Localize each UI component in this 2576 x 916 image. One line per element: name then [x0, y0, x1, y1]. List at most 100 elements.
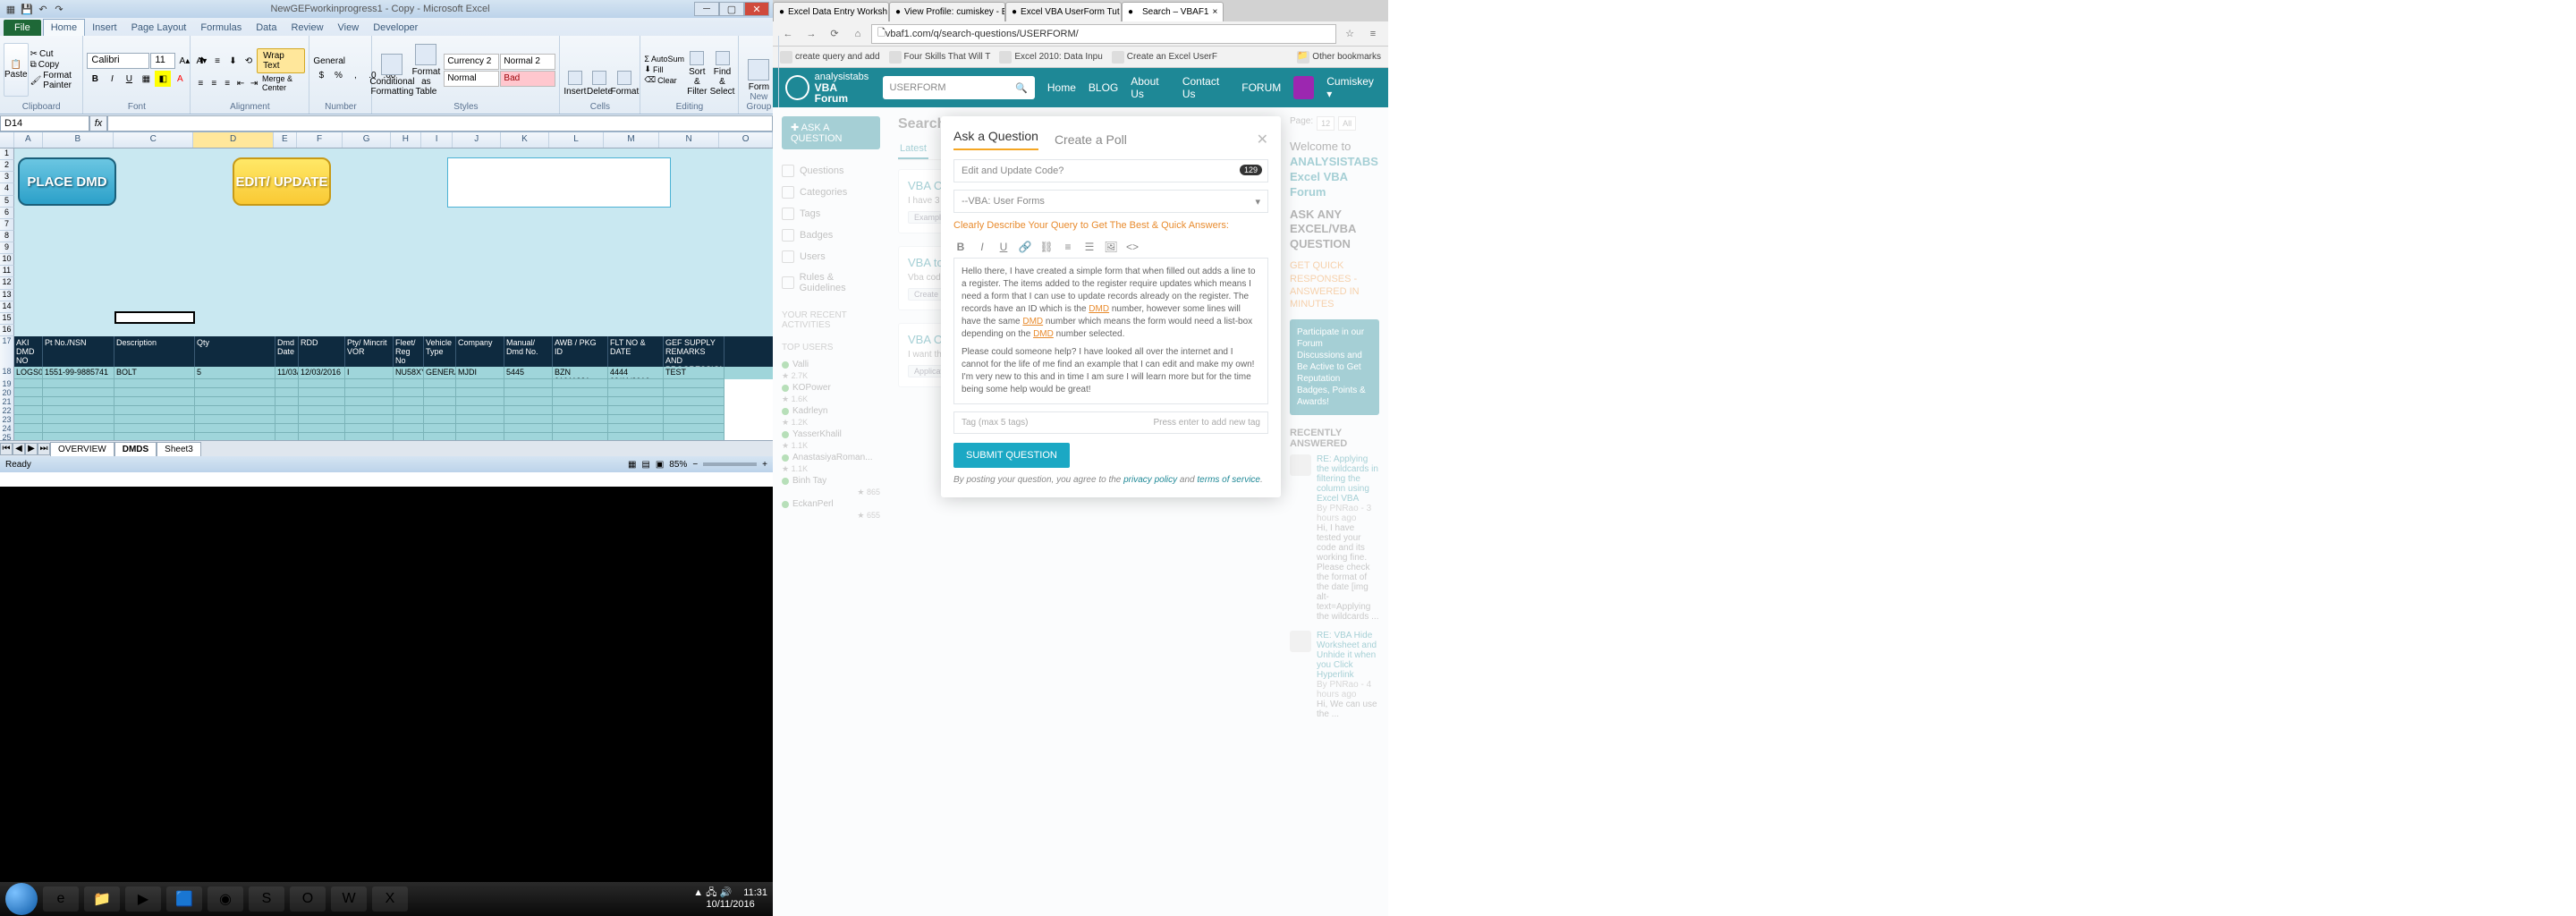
col-header-J[interactable]: J — [453, 132, 501, 148]
table-cell[interactable] — [424, 388, 456, 397]
tab-insert[interactable]: Insert — [85, 20, 124, 36]
orientation-icon[interactable]: ⟲ — [242, 53, 256, 69]
row-header-16[interactable]: 16 — [0, 325, 14, 336]
maximize-icon[interactable]: ▢ — [719, 2, 744, 16]
qat-save-icon[interactable]: 💾 — [20, 2, 34, 16]
table-cell[interactable]: GENERATOR — [424, 367, 456, 379]
table-cell[interactable] — [456, 397, 504, 406]
table-cell[interactable] — [275, 388, 299, 397]
bookmark-item[interactable]: Four Skills That Will T — [889, 51, 991, 64]
table-cell[interactable] — [195, 415, 275, 424]
table-cell[interactable] — [424, 397, 456, 406]
system-tray[interactable]: ▲ 🖧 🔊 11:3110/11/2016 — [693, 887, 767, 911]
table-cell[interactable] — [553, 415, 608, 424]
align-center-icon[interactable]: ≡ — [208, 75, 220, 91]
row-header-10[interactable]: 10 — [0, 254, 14, 266]
tab-review[interactable]: Review — [284, 20, 330, 36]
menu-icon[interactable]: ≡ — [1363, 24, 1383, 44]
table-cell[interactable] — [345, 397, 394, 406]
table-cell[interactable] — [504, 424, 553, 433]
submit-question-button[interactable]: SUBMIT QUESTION — [953, 443, 1070, 468]
col-header-A[interactable]: A — [14, 132, 43, 148]
col-header-N[interactable]: N — [659, 132, 720, 148]
forum-search-input[interactable]: USERFORM🔍 — [883, 76, 1035, 99]
table-cell[interactable] — [456, 379, 504, 388]
view-normal-icon[interactable]: ▦ — [628, 460, 636, 470]
table-cell[interactable] — [14, 379, 43, 388]
name-box[interactable]: D14 — [0, 115, 89, 131]
question-body-editor[interactable]: Hello there, I have created a simple for… — [953, 258, 1268, 404]
table-cell[interactable] — [345, 379, 394, 388]
tab-view[interactable]: View — [331, 20, 367, 36]
col-header-C[interactable]: C — [114, 132, 193, 148]
row-header-7[interactable]: 7 — [0, 219, 14, 231]
close-icon[interactable]: ✕ — [744, 2, 769, 16]
table-cell[interactable] — [664, 424, 724, 433]
table-cell[interactable] — [14, 406, 43, 415]
nav-link[interactable]: Home — [1047, 81, 1076, 94]
sheet-nav-first-icon[interactable]: ⏮ — [0, 443, 13, 455]
nav-link[interactable]: FORUM — [1241, 81, 1281, 94]
table-cell[interactable]: 4444 09/11/2016 — [608, 367, 664, 379]
align-left-icon[interactable]: ≡ — [194, 75, 207, 91]
forward-icon[interactable]: → — [801, 24, 821, 44]
italic-icon[interactable]: I — [975, 240, 989, 254]
reload-icon[interactable]: ⟳ — [825, 24, 844, 44]
table-cell[interactable] — [664, 433, 724, 440]
table-cell[interactable]: BOLT — [114, 367, 195, 379]
conditional-formatting-button[interactable]: Conditional Formatting — [376, 43, 408, 97]
row-header-14[interactable]: 14 — [0, 301, 14, 313]
table-cell[interactable] — [608, 433, 664, 440]
table-cell[interactable] — [394, 433, 424, 440]
font-size-select[interactable]: 11 — [150, 53, 175, 69]
ol-icon[interactable]: ≡ — [1061, 240, 1075, 254]
fx-icon[interactable]: fx — [89, 115, 107, 131]
table-cell[interactable] — [275, 424, 299, 433]
table-cell[interactable] — [43, 424, 114, 433]
modal-tab-poll[interactable]: Create a Poll — [1055, 132, 1127, 147]
bookmark-item[interactable]: Excel 2010: Data Inpu — [999, 51, 1102, 64]
table-cell[interactable]: 11/03/2016 — [275, 367, 299, 379]
table-cell[interactable] — [394, 397, 424, 406]
table-cell[interactable] — [608, 379, 664, 388]
table-cell[interactable] — [456, 406, 504, 415]
table-cell[interactable] — [456, 388, 504, 397]
taskbar-media-icon[interactable]: ▶ — [125, 886, 161, 912]
place-dmd-button[interactable]: PLACE DMD — [18, 157, 116, 206]
user-avatar-icon[interactable] — [1293, 76, 1314, 99]
zoom-slider[interactable] — [703, 462, 757, 466]
tab-data[interactable]: Data — [249, 20, 284, 36]
browser-tab[interactable]: ●Excel Data Entry Worksh × — [773, 2, 889, 21]
align-right-icon[interactable]: ≡ — [221, 75, 233, 91]
taskbar-chrome-icon[interactable]: ◉ — [208, 886, 243, 912]
font-name-select[interactable]: Calibri — [87, 53, 149, 69]
row-header-1[interactable]: 1 — [0, 148, 14, 160]
italic-icon[interactable]: I — [104, 71, 120, 87]
comma-icon[interactable]: , — [347, 68, 363, 84]
table-cell[interactable]: I — [345, 367, 394, 379]
sheet-nav-last-icon[interactable]: ⏭ — [38, 443, 50, 455]
unlink-icon[interactable]: ⛓ — [1039, 240, 1054, 254]
forum-logo[interactable]: analysistabsVBA Forum — [785, 72, 870, 104]
find-select-button[interactable]: Find & Select — [710, 43, 735, 97]
row-header-2[interactable]: 2 — [0, 160, 14, 172]
table-cell[interactable] — [424, 406, 456, 415]
row-header-6[interactable]: 6 — [0, 208, 14, 219]
sheet-nav-next-icon[interactable]: ▶ — [25, 443, 38, 455]
worksheet[interactable]: ABCDEFGHIJKLMNO 12345678910111213141516 … — [0, 132, 773, 440]
underline-icon[interactable]: U — [996, 240, 1011, 254]
sheet-tab-overview[interactable]: OVERVIEW — [50, 442, 114, 456]
table-cell[interactable] — [299, 379, 345, 388]
style-normal2[interactable]: Normal 2 — [500, 54, 555, 70]
row-header-23[interactable]: 23 — [0, 415, 14, 424]
row-header-12[interactable]: 12 — [0, 277, 14, 289]
table-cell[interactable] — [456, 433, 504, 440]
format-painter-button[interactable]: 🖌 Format Painter — [30, 71, 80, 90]
table-cell[interactable] — [345, 406, 394, 415]
view-break-icon[interactable]: ▣ — [656, 460, 664, 470]
fill-color-icon[interactable]: ◧ — [155, 71, 171, 87]
col-header-I[interactable]: I — [421, 132, 453, 148]
code-icon[interactable]: <> — [1125, 240, 1140, 254]
align-middle-icon[interactable]: ≡ — [210, 53, 225, 69]
format-cells-button[interactable]: Format — [613, 43, 636, 97]
